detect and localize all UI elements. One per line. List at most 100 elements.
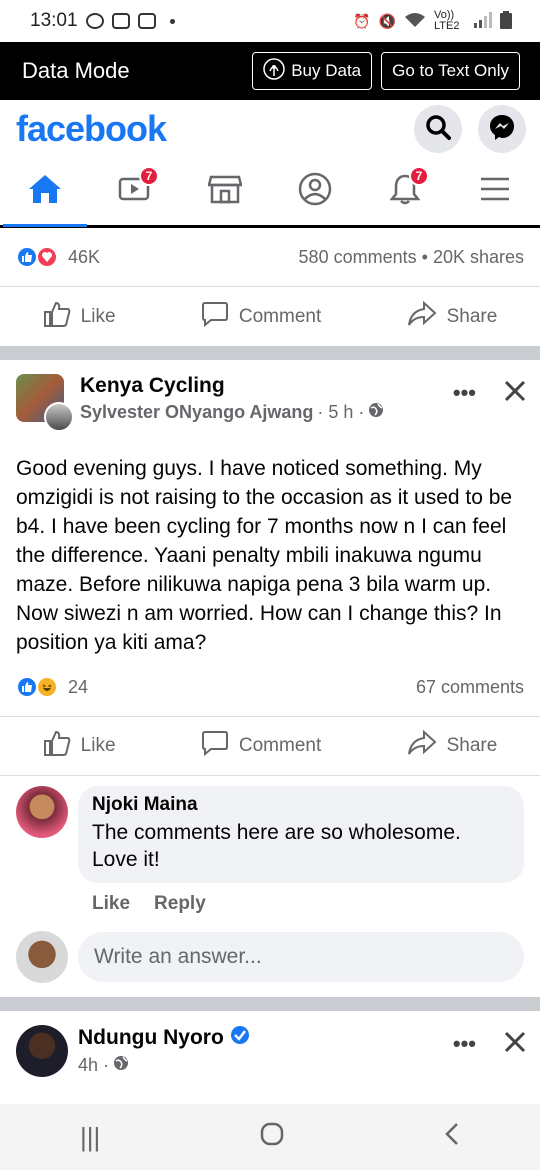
comment-label: Comment <box>238 735 322 756</box>
share-label: Share <box>446 735 498 756</box>
comment-bubble: Njoki Maina The comments here are so who… <box>78 786 524 883</box>
system-nav-bar: ||| <box>0 1104 540 1170</box>
post-actions: Like Comment Share <box>0 716 540 776</box>
tab-watch[interactable]: 7 <box>105 162 165 222</box>
buy-data-label: Buy Data <box>291 61 362 80</box>
more-dot-icon <box>169 18 175 24</box>
back-icon[interactable] <box>444 1122 460 1153</box>
whatsapp-icon <box>85 13 104 29</box>
next-post-time: 4h · <box>78 1055 110 1075</box>
reaction-summary[interactable]: 46K <box>16 246 100 268</box>
tab-notifications[interactable]: 7 <box>375 162 435 222</box>
haha-reaction-icon <box>36 676 58 698</box>
share-button[interactable]: Share <box>407 729 498 762</box>
reaction-count: 46K <box>68 246 101 267</box>
share-icon <box>407 729 437 762</box>
feed-separator <box>0 346 540 360</box>
like-button[interactable]: Like <box>43 301 116 333</box>
share-count[interactable]: 20K shares <box>433 247 524 267</box>
globe-icon <box>368 402 384 423</box>
signal-icon <box>474 11 492 31</box>
write-answer-row: Write an answer... <box>0 923 540 987</box>
more-options-icon[interactable]: ••• <box>453 1031 476 1057</box>
prev-post-actions: Like Comment Share <box>0 286 540 346</box>
messenger-button[interactable] <box>478 105 526 153</box>
broadcast-icon <box>263 57 285 85</box>
page-avatar[interactable] <box>16 1025 68 1077</box>
post-reaction-summary[interactable]: 24 <box>16 676 88 698</box>
youtube-icon <box>111 13 130 29</box>
search-button[interactable] <box>414 105 462 153</box>
comment-button[interactable]: Comment <box>201 730 321 762</box>
watch-badge: 7 <box>139 165 159 186</box>
like-reaction-icon <box>16 676 38 698</box>
tab-marketplace[interactable] <box>195 162 255 222</box>
prev-post-reactions: 46K 580 comments • 20K shares <box>0 228 540 286</box>
app-bar: facebook <box>0 100 540 158</box>
text-only-button[interactable]: Go to Text Only <box>381 52 520 90</box>
thumbs-up-icon <box>43 301 71 333</box>
thumbs-up-icon <box>43 730 71 762</box>
group-name[interactable]: Kenya Cycling <box>80 374 453 398</box>
comment-button[interactable]: Comment <box>201 301 321 333</box>
buy-data-button[interactable]: Buy Data <box>252 52 373 90</box>
tab-menu[interactable] <box>465 162 525 222</box>
comment-like-button[interactable]: Like <box>92 893 130 923</box>
page-name[interactable]: Ndungu Nyoro <box>78 1026 224 1050</box>
wifi-icon <box>404 12 426 31</box>
instagram-icon <box>137 13 156 29</box>
post-reaction-count: 24 <box>68 676 89 697</box>
mute-icon: 🔇 <box>378 12 396 29</box>
author-name[interactable]: Sylvester ONyango Ajwang <box>80 402 313 423</box>
feed-separator <box>0 997 540 1011</box>
notifications-badge: 7 <box>409 165 429 186</box>
commenter-avatar[interactable] <box>16 786 68 838</box>
author-avatar[interactable] <box>44 402 74 432</box>
comment-label: Comment <box>238 305 322 327</box>
share-button[interactable]: Share <box>407 300 498 333</box>
tab-home[interactable] <box>3 162 87 227</box>
hamburger-icon <box>480 176 510 207</box>
comment-icon <box>201 301 229 333</box>
my-avatar <box>16 931 68 983</box>
data-mode-bar: Data Mode Buy Data Go to Text Only <box>0 42 540 100</box>
tab-bar: 7 7 <box>0 158 540 228</box>
data-mode-title: Data Mode <box>22 58 130 83</box>
comment-count[interactable]: 580 comments <box>299 247 417 267</box>
post-header: Kenya Cycling Sylvester ONyango Ajwang ·… <box>0 360 540 436</box>
close-icon[interactable] <box>504 380 526 408</box>
group-avatar[interactable] <box>16 374 74 432</box>
comment-reply-button[interactable]: Reply <box>154 893 206 923</box>
post-comment-count[interactable]: 67 comments <box>416 677 524 698</box>
home-circle-icon[interactable] <box>260 1122 284 1153</box>
like-label: Like <box>80 305 116 327</box>
comment-item: Njoki Maina The comments here are so who… <box>0 776 540 883</box>
write-answer-input[interactable]: Write an answer... <box>78 932 524 982</box>
clock: 13:01 <box>30 10 78 31</box>
like-label: Like <box>80 735 116 756</box>
like-button[interactable]: Like <box>43 730 116 762</box>
love-reaction-icon <box>36 246 58 268</box>
verified-badge-icon <box>230 1025 250 1051</box>
tab-profile[interactable] <box>285 162 345 222</box>
share-label: Share <box>446 305 498 327</box>
post-card: Kenya Cycling Sylvester ONyango Ajwang ·… <box>0 360 540 987</box>
share-icon <box>407 300 437 333</box>
text-only-label: Go to Text Only <box>392 61 509 80</box>
home-icon <box>28 174 62 209</box>
globe-icon <box>113 1055 129 1076</box>
commenter-name[interactable]: Njoki Maina <box>92 794 508 816</box>
alarm-icon: ⏰ <box>353 12 371 29</box>
profile-icon <box>298 172 332 211</box>
comment-text: The comments here are so wholesome. Love… <box>92 821 461 871</box>
close-icon[interactable] <box>504 1031 526 1059</box>
engagement-counts: 580 comments • 20K shares <box>298 246 524 267</box>
post-reactions: 24 67 comments <box>0 658 540 716</box>
status-bar: 13:01 ⏰ 🔇 Vo)) LTE2 <box>0 0 540 42</box>
comment-icon <box>201 730 229 762</box>
recent-apps-icon[interactable]: ||| <box>80 1122 100 1153</box>
facebook-logo[interactable]: facebook <box>16 108 167 150</box>
more-options-icon[interactable]: ••• <box>453 380 476 406</box>
messenger-icon <box>488 113 516 146</box>
battery-icon <box>500 10 512 32</box>
